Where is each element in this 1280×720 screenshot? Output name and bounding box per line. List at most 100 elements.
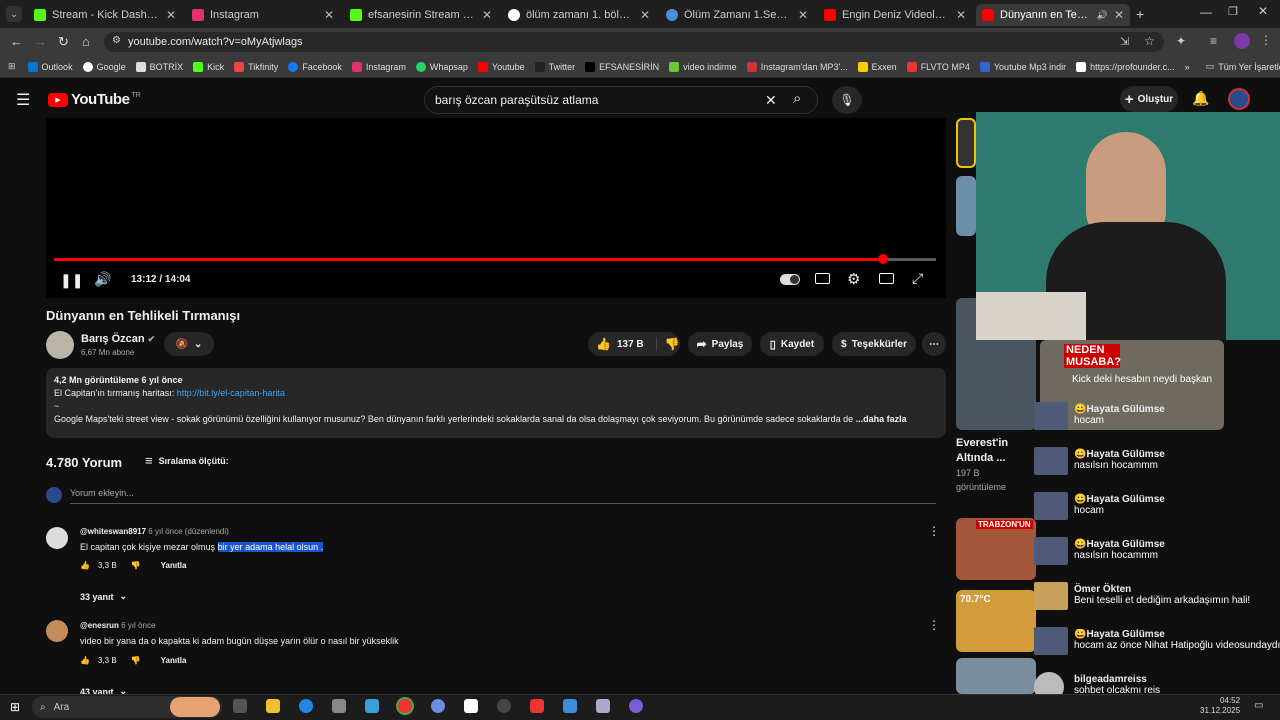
bookmark-kick[interactable]: Kick — [193, 61, 224, 72]
search-icon[interactable]: ⌕ — [793, 90, 801, 107]
thanks-button[interactable]: $ Teşekkürler — [832, 332, 916, 356]
sidebar-video-title[interactable]: Everest'in Altında ... — [956, 436, 1030, 466]
address-bar[interactable]: ⚙ youtube.com/watch?v=oMyAtjwlags ⇲ ☆ — [104, 32, 1164, 52]
bookmark-video-indirme[interactable]: video indirme — [669, 61, 737, 72]
sidebar-thumbnail[interactable] — [956, 658, 1036, 694]
description-link[interactable]: http://bit.ly/el-capitan-harita — [177, 388, 285, 398]
subscribed-bell-button[interactable]: 🔕 ⌄ — [164, 332, 214, 356]
channel-avatar[interactable] — [46, 331, 74, 359]
tab-olum-zamani[interactable]: Ölüm Zamanı 1.Sezon 1.Bölüm✕ — [660, 4, 814, 26]
tab-efsanesirin[interactable]: efsanesirin Stream - Watch Live✕ — [344, 4, 498, 26]
bookmark-star-icon[interactable]: ☆ — [1144, 34, 1155, 48]
tab-kick-dashboard[interactable]: Stream - Kick Dashboard✕ — [28, 4, 182, 26]
bookmark-instagram-mp3[interactable]: Instagram'dan MP3'... — [746, 61, 848, 72]
reply-button[interactable]: Yanıtla — [161, 656, 187, 665]
share-button[interactable]: ➦ Paylaş — [688, 332, 752, 356]
close-icon[interactable]: ✕ — [166, 8, 176, 22]
thumbs-down-icon[interactable]: 👎 — [131, 656, 141, 665]
clear-search-icon[interactable]: ✕ — [765, 92, 777, 109]
subtitles-icon[interactable] — [815, 273, 830, 284]
pause-icon[interactable]: ❚❚ — [60, 272, 83, 289]
youtube-logo[interactable]: ▶ YouTube TR — [48, 91, 141, 108]
replies-toggle[interactable]: 33 yanıt ⌄ — [80, 591, 127, 602]
sort-button[interactable]: ≡ Sıralama ölçütü: — [145, 453, 229, 468]
close-icon[interactable]: ✕ — [640, 8, 650, 22]
bookmark-tikfinity[interactable]: Tikfinity — [234, 61, 278, 72]
bookmark-instagram[interactable]: Instagram — [351, 61, 406, 72]
sidebar-thumbnail[interactable] — [956, 176, 976, 236]
extensions-icon[interactable]: ✦ — [1176, 34, 1186, 48]
thumbs-down-icon[interactable]: 👎 — [131, 561, 141, 570]
tab-instagram[interactable]: Instagram ✕ — [186, 4, 340, 26]
bookmark-profounder[interactable]: https://profounder.c... — [1076, 61, 1175, 72]
volume-icon[interactable]: 🔊 — [94, 271, 111, 288]
like-button[interactable]: 👍 137 B — [596, 337, 644, 351]
clock[interactable]: 04:52 31.12.2025 — [1200, 696, 1240, 716]
bookmark-whapsap[interactable]: Whapsap — [415, 61, 468, 72]
settings-icon[interactable] — [596, 699, 610, 713]
voice-search-button[interactable]: 🎙 — [832, 86, 862, 114]
commenter-avatar[interactable] — [46, 527, 68, 549]
site-info-icon[interactable]: ⚙ — [112, 35, 121, 46]
bookmark-youtube[interactable]: Youtube — [477, 61, 525, 72]
show-more-link[interactable]: ...daha fazla — [856, 414, 907, 424]
comment-menu-icon[interactable]: ⋮ — [928, 524, 940, 538]
browser-menu-icon[interactable]: ⋮ — [1260, 33, 1272, 47]
all-bookmarks-folder[interactable]: ▭Tüm Yer İşaretleri — [1206, 61, 1280, 72]
close-icon[interactable]: ✕ — [798, 8, 808, 22]
bookmark-exxen[interactable]: Exxen — [857, 61, 897, 72]
reload-icon[interactable]: ↻ — [58, 34, 69, 50]
theater-mode-icon[interactable] — [879, 273, 894, 284]
video-player[interactable] — [46, 118, 946, 298]
fullscreen-icon[interactable]: ⤢ — [912, 270, 923, 287]
close-icon[interactable]: ✕ — [482, 8, 492, 22]
windows-start-icon[interactable]: ⊞ — [10, 700, 20, 714]
more-actions-button[interactable]: ⋯ — [922, 332, 946, 356]
tikfinity-icon[interactable] — [530, 699, 544, 713]
bookmark-efsanesirin[interactable]: EFSANESİRİN — [585, 61, 659, 72]
bookmark-twitter[interactable]: Twitter — [534, 61, 575, 72]
settings-gear-icon[interactable]: ⚙ — [847, 270, 860, 288]
reply-button[interactable]: Yanıtla — [161, 561, 187, 570]
store-icon[interactable] — [332, 699, 346, 713]
tab-engin-deniz[interactable]: Engin Deniz Videoları - YouTube✕ — [818, 4, 972, 26]
save-button[interactable]: ▯ Kaydet — [760, 332, 824, 356]
description-box[interactable]: 4,2 Mn görüntüleme 6 yıl önce El Capitan… — [46, 368, 946, 438]
bookmark-google[interactable]: Google — [82, 61, 126, 72]
sidebar-thumbnail[interactable] — [956, 118, 976, 168]
hamburger-icon[interactable]: ☰ — [16, 90, 30, 110]
install-icon[interactable]: ⇲ — [1120, 35, 1129, 48]
comment-author[interactable]: @whiteswan8917 6 yıl önce (düzenlendi) — [80, 527, 229, 536]
notifications-icon[interactable]: ▭ — [1254, 700, 1263, 711]
create-button[interactable]: + Oluştur — [1120, 86, 1178, 112]
home-icon[interactable]: ⌂ — [82, 34, 90, 49]
profile-avatar[interactable] — [1234, 33, 1250, 49]
bookmark-outlook[interactable]: Outlook — [27, 61, 73, 72]
thumbs-up-icon[interactable]: 👍 — [80, 656, 90, 665]
taskbar-search[interactable]: ⌕ Ara — [32, 696, 222, 718]
channel-name[interactable]: Barış Özcan ✔ — [81, 333, 155, 345]
new-tab-button[interactable]: + — [1136, 6, 1144, 22]
tab-active-video[interactable]: Dünyanın en Tehlikeli Tırma🔊✕ — [976, 4, 1130, 26]
forward-icon[interactable]: → — [34, 34, 47, 49]
dislike-button[interactable]: 👎 — [655, 337, 680, 351]
close-icon[interactable]: ✕ — [956, 8, 966, 22]
account-avatar[interactable] — [1228, 88, 1250, 110]
app-icon[interactable] — [563, 699, 577, 713]
bookmark-facebook[interactable]: Facebook — [288, 61, 342, 72]
tab-olum-zamani-google[interactable]: ölüm zamanı 1. bölüm full izle -✕ — [502, 4, 656, 26]
app-icon[interactable] — [365, 699, 379, 713]
maximize-button[interactable]: ❐ — [1228, 5, 1238, 18]
comment-author[interactable]: @enesrun 6 yıl önce — [80, 621, 155, 630]
back-icon[interactable]: ← — [10, 34, 23, 49]
bookmarks-overflow[interactable]: » — [1185, 62, 1190, 72]
notepad-icon[interactable] — [464, 699, 478, 713]
tab-search-button[interactable]: ⌄ — [6, 6, 22, 22]
notifications-bell-icon[interactable]: 🔔 — [1192, 90, 1209, 107]
thumbs-up-icon[interactable]: 👍 — [80, 561, 90, 570]
search-input[interactable]: barış özcan paraşütsüz atlama ✕ ⌕ — [424, 86, 818, 114]
bookmark-flvto[interactable]: FLVTO MP4 — [906, 61, 970, 72]
task-view-icon[interactable] — [233, 699, 247, 713]
add-comment-input[interactable]: Yorum ekleyin... — [70, 488, 936, 504]
comment-menu-icon[interactable]: ⋮ — [928, 618, 940, 632]
